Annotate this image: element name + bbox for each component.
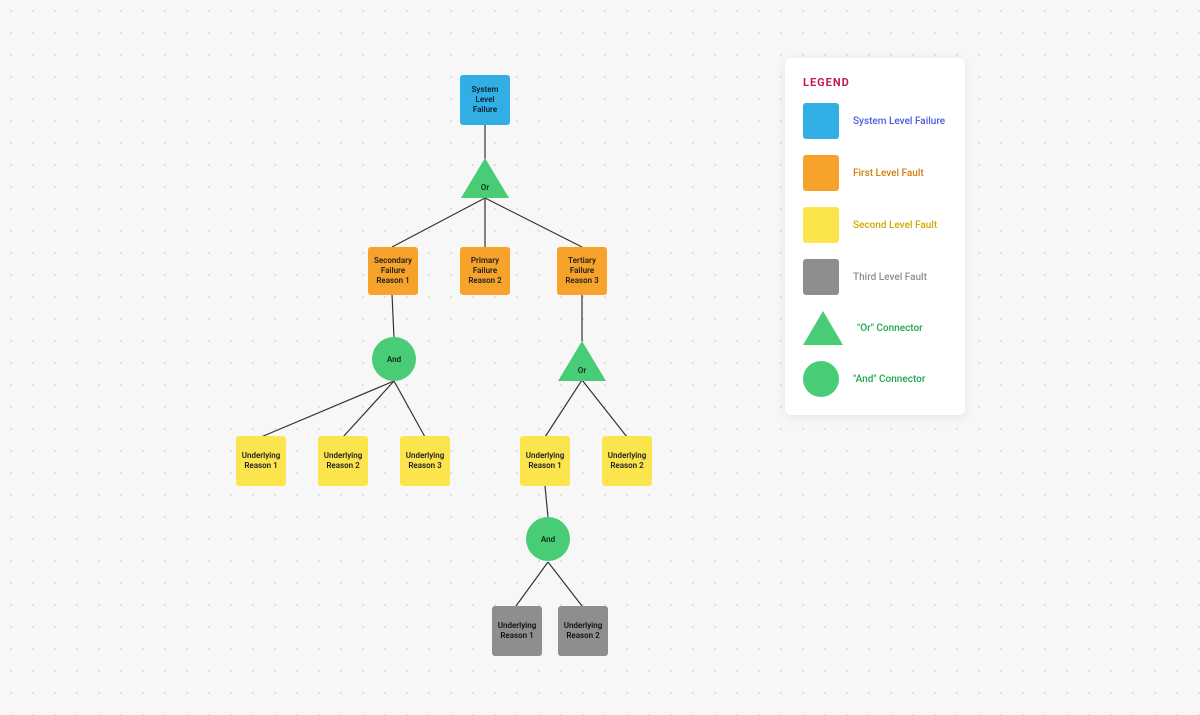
legend-label: "And" Connector: [853, 374, 925, 385]
node-primary-failure-2[interactable]: Primary Failure Reason 2: [460, 247, 510, 295]
node-underlying-l2a-3[interactable]: Underlying Reason 3: [400, 436, 450, 486]
node-underlying-l2a-2[interactable]: Underlying Reason 2: [318, 436, 368, 486]
node-label: Underlying Reason 3: [403, 451, 447, 471]
node-underlying-l2b-2[interactable]: Underlying Reason 2: [602, 436, 652, 486]
gate-label: Or: [578, 366, 586, 375]
gate-or-top[interactable]: Or: [461, 158, 509, 198]
gate-label: And: [387, 355, 401, 364]
node-underlying-l3-2[interactable]: Underlying Reason 2: [558, 606, 608, 656]
node-label: Underlying Reason 2: [605, 451, 649, 471]
diagram-canvas[interactable]: System Level Failure Or Secondary Failur…: [0, 0, 1200, 715]
swatch-second: [803, 207, 839, 243]
triangle-icon: [558, 341, 606, 381]
node-system-level-failure[interactable]: System Level Failure: [460, 75, 510, 125]
node-underlying-l2b-1[interactable]: Underlying Reason 1: [520, 436, 570, 486]
node-label: Underlying Reason 1: [495, 621, 539, 641]
triangle-icon: [461, 158, 509, 198]
swatch-system: [803, 103, 839, 139]
legend-item-third: Third Level Fault: [803, 259, 947, 295]
node-label: Secondary Failure Reason 1: [371, 256, 415, 286]
node-label: Primary Failure Reason 2: [463, 256, 507, 286]
legend-item-first: First Level Fault: [803, 155, 947, 191]
triangle-icon: [803, 311, 843, 345]
legend-label: "Or" Connector: [857, 323, 923, 334]
gate-or-right[interactable]: Or: [558, 341, 606, 381]
node-tertiary-failure-3[interactable]: Tertiary Failure Reason 3: [557, 247, 607, 295]
legend-label: Third Level Fault: [853, 272, 927, 283]
legend-item-second: Second Level Fault: [803, 207, 947, 243]
legend-label: System Level Failure: [853, 116, 945, 127]
node-underlying-l2a-1[interactable]: Underlying Reason 1: [236, 436, 286, 486]
legend-label: First Level Fault: [853, 168, 924, 179]
gate-and-bottom[interactable]: And: [526, 517, 570, 561]
node-label: Underlying Reason 2: [321, 451, 365, 471]
legend-item-system: System Level Failure: [803, 103, 947, 139]
legend-panel[interactable]: LEGEND System Level Failure First Level …: [785, 58, 965, 415]
legend-item-or: "Or" Connector: [803, 311, 947, 345]
gate-label: Or: [481, 183, 489, 192]
node-label: System Level Failure: [463, 85, 507, 115]
node-secondary-failure-1[interactable]: Secondary Failure Reason 1: [368, 247, 418, 295]
node-label: Underlying Reason 2: [561, 621, 605, 641]
circle-icon: [803, 361, 839, 397]
gate-and-left[interactable]: And: [372, 337, 416, 381]
legend-title: LEGEND: [803, 76, 947, 89]
swatch-third: [803, 259, 839, 295]
node-label: Tertiary Failure Reason 3: [560, 256, 604, 286]
legend-label: Second Level Fault: [853, 220, 937, 231]
node-label: Underlying Reason 1: [523, 451, 567, 471]
legend-item-and: "And" Connector: [803, 361, 947, 397]
swatch-first: [803, 155, 839, 191]
node-underlying-l3-1[interactable]: Underlying Reason 1: [492, 606, 542, 656]
node-label: Underlying Reason 1: [239, 451, 283, 471]
gate-label: And: [541, 535, 555, 544]
